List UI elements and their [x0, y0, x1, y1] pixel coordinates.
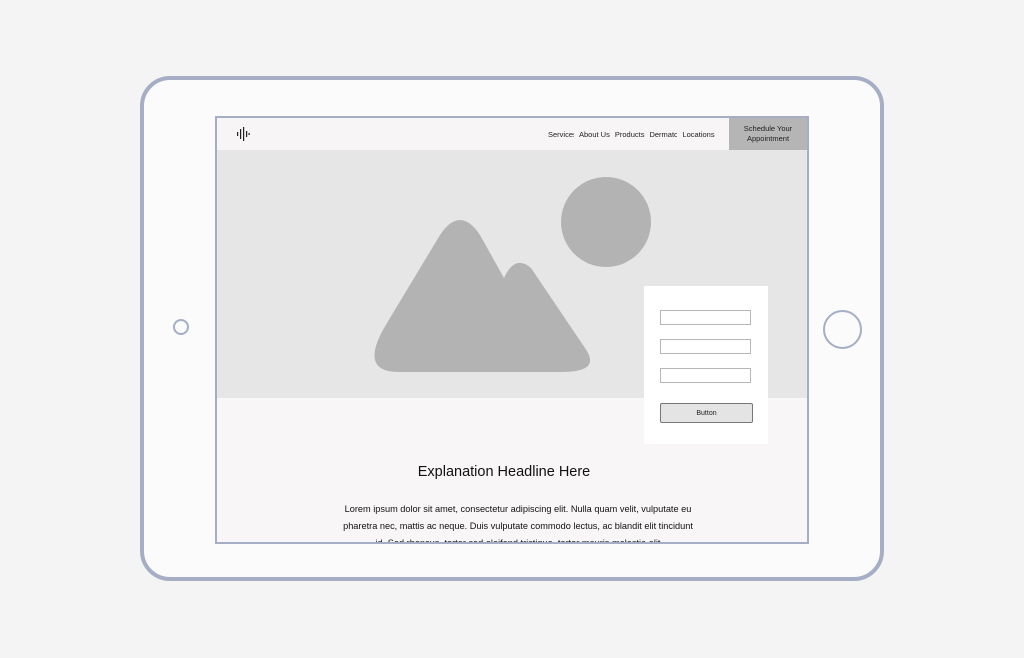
camera-icon: [173, 319, 189, 335]
explanation-headline: Explanation Headline Here: [417, 464, 591, 480]
form-input-2[interactable]: [660, 339, 751, 354]
home-button[interactable]: [823, 310, 862, 349]
nav-links: Services About Us Products Dermatology L…: [548, 118, 720, 150]
form-input-3[interactable]: [660, 368, 751, 383]
nav-link-dermatology[interactable]: Dermatology: [649, 130, 677, 139]
form-card: Button: [644, 286, 768, 444]
nav-link-locations[interactable]: Locations: [682, 130, 714, 139]
form-submit-button[interactable]: Button: [660, 403, 753, 423]
top-navigation: Services About Us Products Dermatology L…: [217, 118, 807, 150]
tablet-screen: Services About Us Products Dermatology L…: [215, 116, 809, 544]
audio-wave-icon[interactable]: [236, 127, 250, 141]
nav-link-products[interactable]: Products: [615, 130, 645, 139]
nav-link-services[interactable]: Services: [548, 130, 574, 139]
schedule-appointment-button[interactable]: Schedule Your Appointment: [729, 118, 807, 150]
form-input-1[interactable]: [660, 310, 751, 325]
nav-link-about-us[interactable]: About Us: [579, 130, 610, 139]
explanation-body: Lorem ipsum dolor sit amet, consectetur …: [343, 504, 693, 544]
